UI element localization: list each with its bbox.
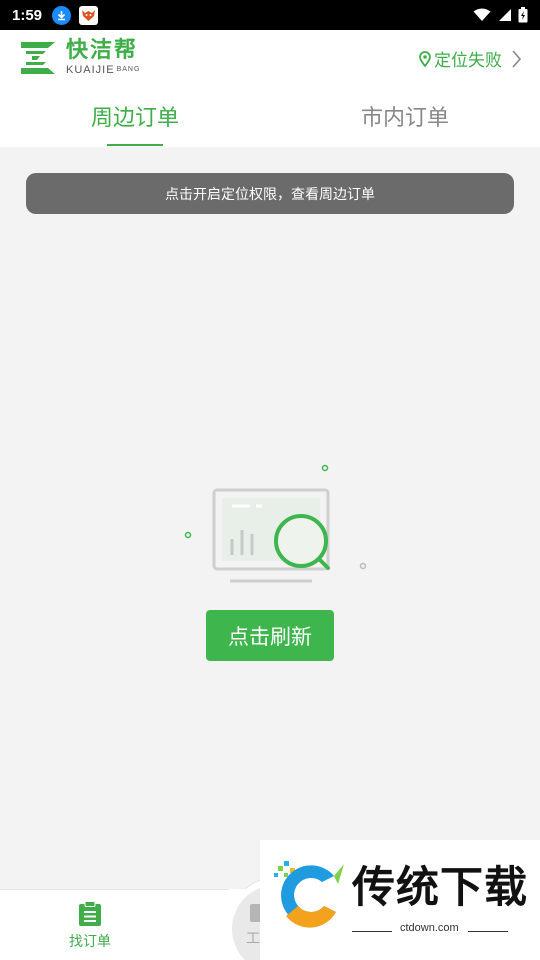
download-notification-icon xyxy=(52,5,72,25)
empty-orders-illustration xyxy=(184,464,367,583)
location-status-text: 定位失败 xyxy=(434,51,502,71)
tab-city-orders[interactable]: 市内订单 xyxy=(270,90,540,147)
tab-nearby-orders[interactable]: 周边订单 xyxy=(0,90,270,147)
app-notification-icon xyxy=(79,5,99,25)
battery-icon xyxy=(518,7,528,23)
watermark-divider-right xyxy=(468,931,508,932)
order-tabs: 周边订单 市内订单 xyxy=(0,90,540,147)
status-indicators xyxy=(473,7,528,23)
logo-en-small: BANG xyxy=(116,66,141,73)
nav-label: 工 xyxy=(246,930,260,947)
app-logo: 快洁帮 KUAIJIE BANG xyxy=(18,39,140,77)
location-selector[interactable]: 定位失败 xyxy=(419,46,522,71)
kuaijie-logo-icon xyxy=(21,42,55,74)
app-header: 快洁帮 KUAIJIE BANG 定位失败 xyxy=(0,30,540,90)
watermark-title: 传统下载 xyxy=(352,863,528,913)
logo-name-cn: 快洁帮 xyxy=(66,38,139,63)
clipboard-list-icon xyxy=(79,900,101,926)
tab-label: 周边订单 xyxy=(90,105,179,131)
nav-label: 找订单 xyxy=(69,933,111,950)
location-pin-icon xyxy=(419,50,431,67)
nav-find-orders[interactable]: 找订单 xyxy=(40,890,140,960)
location-permission-notice[interactable]: 点击开启定位权限，查看周边订单 xyxy=(26,173,514,214)
logo-name-en: KUAIJIE BANG xyxy=(66,63,140,77)
status-time: 1:59 xyxy=(12,6,43,24)
refresh-button[interactable]: 点击刷新 xyxy=(206,610,334,661)
watermark-domain: ctdown.com xyxy=(400,922,459,934)
chevron-right-icon xyxy=(512,49,522,68)
logo-en-main: KUAIJIE xyxy=(66,64,115,76)
tab-active-indicator xyxy=(107,144,163,146)
status-bar: 1:59 xyxy=(0,0,540,30)
watermark-divider-left xyxy=(352,931,392,932)
tab-label: 市内订单 xyxy=(360,105,449,131)
watermark-overlay: 传统下载 ctdown.com xyxy=(260,840,540,960)
notice-text: 点击开启定位权限，查看周边订单 xyxy=(165,186,375,203)
wifi-icon xyxy=(473,8,491,21)
signal-icon xyxy=(499,9,511,21)
ctdown-logo-icon xyxy=(274,861,344,928)
